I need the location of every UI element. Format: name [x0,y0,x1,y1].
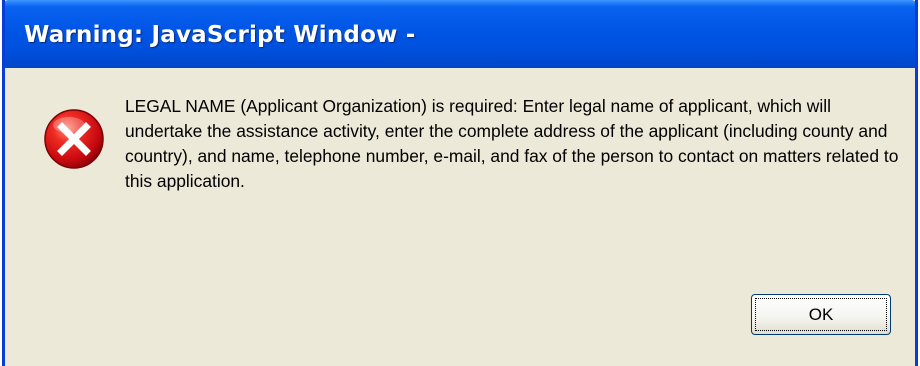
dialog-titlebar[interactable]: Warning: JavaScript Window - [5,0,915,68]
dialog-message: LEGAL NAME (Applicant Organization) is r… [125,96,899,191]
warning-dialog: Warning: JavaScript Window - LEGAL NAME … [2,0,918,366]
error-icon [44,109,104,169]
ok-button[interactable]: OK [751,294,891,335]
dialog-title: Warning: JavaScript Window - [24,22,416,48]
dialog-content: LEGAL NAME (Applicant Organization) is r… [5,68,915,366]
